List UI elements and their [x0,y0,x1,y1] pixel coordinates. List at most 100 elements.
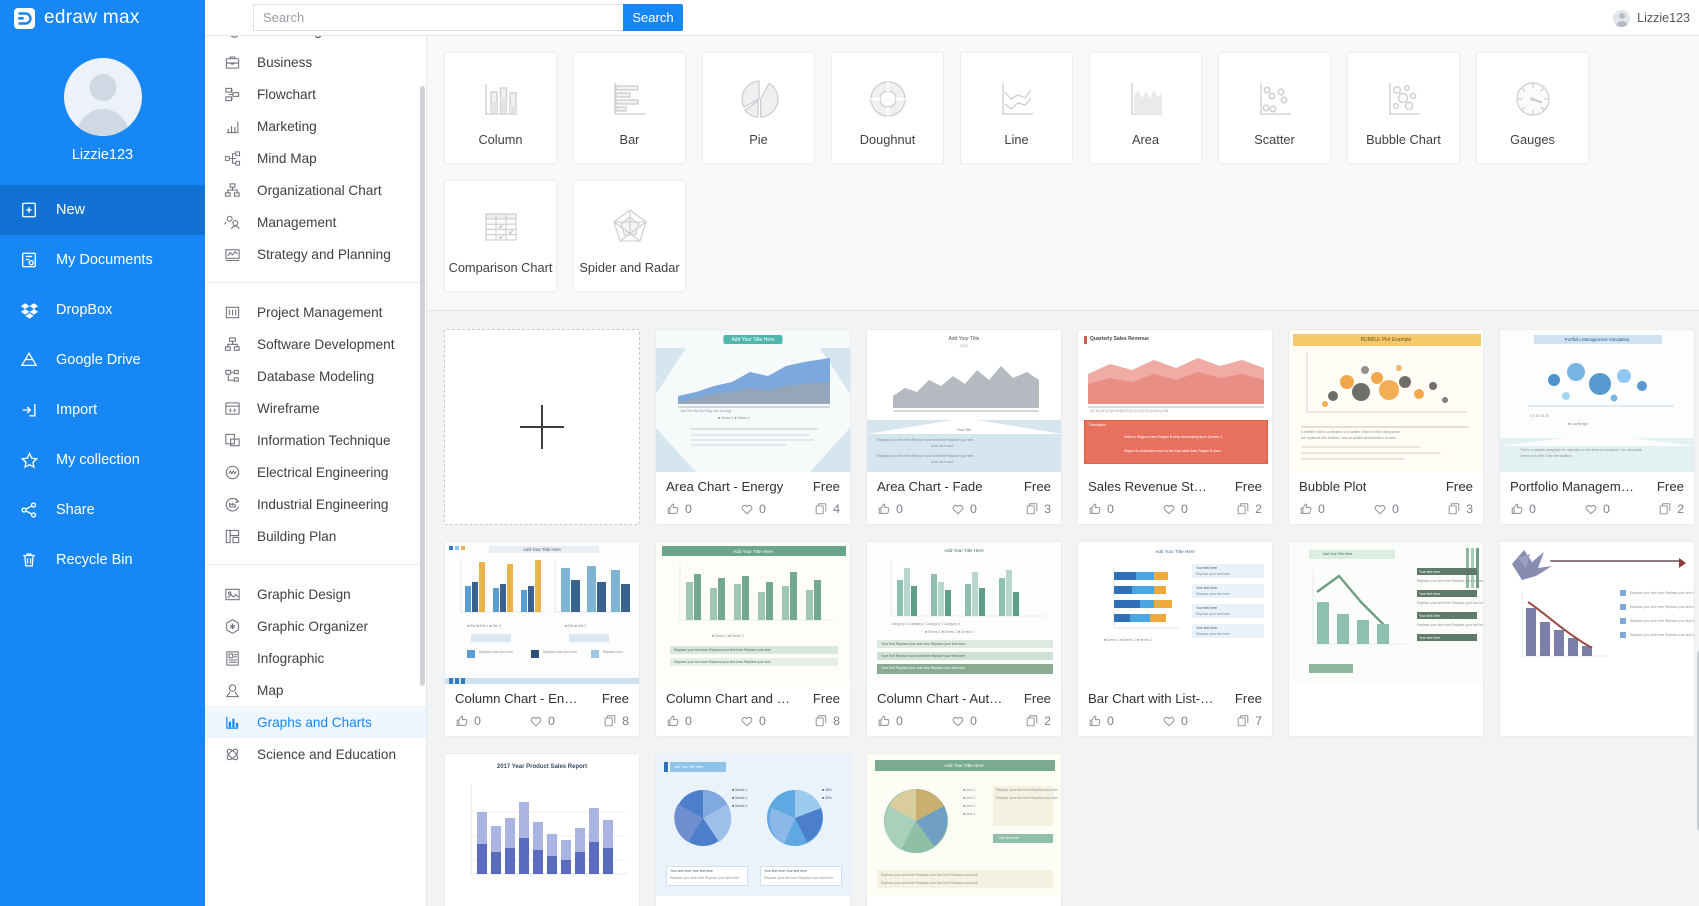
template-card[interactable]: Portfolio Management Simulation 0 5 10 1… [1499,329,1695,525]
category-item-science-and-education[interactable]: Science and Education [205,738,426,770]
favorite-stat[interactable]: 0 [951,714,977,728]
template-card[interactable]: Add Your Title 2017 Your Title Replace y… [866,329,1062,525]
sidebar-item-new[interactable]: New [0,185,205,235]
favorite-stat[interactable]: 0 [1162,714,1188,728]
sidebar-item-dropbox[interactable]: DropBox [0,285,205,335]
template-card[interactable]: Add Your Title Here [655,541,851,737]
category-item-building-plan[interactable]: Building Plan [205,520,426,552]
favorite-stat[interactable]: 0 [1162,502,1188,516]
favorite-stat[interactable]: 0 [951,502,977,516]
category-item-management[interactable]: Management [205,206,426,238]
copy-stat[interactable]: 3 [1025,502,1051,516]
chart-type-bar[interactable]: Bar [573,52,686,164]
template-thumbnail: Replace your text here Replace your text… [1500,542,1694,684]
favorite-stat[interactable]: 0 [740,502,766,516]
like-stat[interactable]: 0 [877,502,903,516]
chart-type-area[interactable]: Area [1089,52,1202,164]
favorite-stat[interactable]: 0 [740,714,766,728]
sidebar-item-label: Recycle Bin [56,552,133,568]
category-item-database-modeling[interactable]: Database Modeling [205,360,426,392]
copy-stat[interactable]: 2 [1658,502,1684,516]
template-card[interactable]: Add Your Title Here ■ Series 1 ■ Series … [1077,541,1273,737]
chart-type-scatter[interactable]: Scatter [1218,52,1331,164]
category-item-wireframe[interactable]: Wireframe [205,392,426,424]
category-item-mind-map[interactable]: Mind Map [205,142,426,174]
category-item-graphic-design[interactable]: Graphic Design [205,578,426,610]
template-card[interactable]: Add Your Title Here [1288,541,1484,737]
copy-stat[interactable]: 3 [1447,502,1473,516]
import-arrow-icon [18,401,40,419]
template-card[interactable]: Replace your text here Replace your text… [1499,541,1695,737]
copy-stat[interactable]: 4 [814,502,840,516]
chart-type-pie[interactable]: Pie [702,52,815,164]
copy-stat[interactable]: 8 [814,714,840,728]
search-button[interactable]: Search [623,4,683,31]
account-menu[interactable]: Lizzie123 [1613,0,1690,36]
like-stat[interactable]: 0 [666,714,692,728]
avatar[interactable] [63,58,142,136]
like-stat[interactable]: 0 [1088,714,1114,728]
chart-type-gauges[interactable]: Gauges [1476,52,1589,164]
category-item-label: Business [257,54,313,70]
category-item-marketing[interactable]: Marketing [205,110,426,142]
industrial-engineering-icon [223,495,242,514]
category-item-graphic-organizer[interactable]: Graphic Organizer [205,610,426,642]
category-scrollbar[interactable] [420,86,425,686]
template-card[interactable]: Add Your Title Here Category 1 Category … [866,541,1062,737]
template-card[interactable]: 2017 Year Product Sales Report [444,753,640,906]
new-blank-template-card[interactable] [444,329,640,525]
like-stat[interactable]: 0 [666,502,692,516]
like-stat[interactable]: 0 [1088,502,1114,516]
category-item-map[interactable]: Map [205,674,426,706]
copy-stat[interactable]: 7 [1236,714,1262,728]
template-name: Area Chart - Energy [666,479,784,494]
template-card[interactable]: Add Your Title Here ■ Series 1 ■ Series … [655,753,851,906]
like-stat[interactable]: 0 [877,714,903,728]
sidebar-item-import[interactable]: Import [0,385,205,435]
copy-stat[interactable]: 2 [1025,714,1051,728]
chart-type-column[interactable]: Column [444,52,557,164]
category-item-label: Infographic [257,650,325,666]
template-card[interactable]: BUBBLE Plot Example A bubble chart is a … [1288,329,1484,525]
chart-type-line[interactable]: Line [960,52,1073,164]
template-card[interactable]: Add Your Title Here ■ Site ■ Site 2 ■ Si… [444,541,640,737]
like-stat[interactable]: 0 [1299,502,1325,516]
chart-type-doughnut[interactable]: Doughnut [831,52,944,164]
copy-stat[interactable]: 2 [1236,502,1262,516]
template-card[interactable]: Add Your Title Here Jan Feb Mar Apr May … [655,329,851,525]
category-item-organizational-chart[interactable]: Organizational Chart [205,174,426,206]
category-item-electrical-engineering[interactable]: Electrical Engineering [205,456,426,488]
category-item-graphs-and-charts[interactable]: Graphs and Charts [205,706,426,738]
favorite-stat[interactable]: 0 [529,714,555,728]
copy-stat[interactable]: 8 [603,714,629,728]
template-name: Area Chart - Fade [877,479,983,494]
sidebar-item-recycle-bin[interactable]: Recycle Bin [0,535,205,585]
template-thumbnail: Portfolio Management Simulation 0 5 10 1… [1500,330,1694,472]
template-card[interactable]: Quarterly Sales Revenue Q1'15 Q2'15 Q3'1… [1077,329,1273,525]
graphic-design-icon [223,585,242,604]
category-item-strategy-and-planning[interactable]: Strategy and Planning [205,238,426,270]
category-item-flowchart[interactable]: Flowchart [205,78,426,110]
template-card[interactable]: Add Your Title Here ■ Item 1 ■ Item 2 ■ … [866,753,1062,906]
category-item-infographic[interactable]: Infographic [205,642,426,674]
favorite-stat[interactable]: 0 [1373,502,1399,516]
category-item-industrial-engineering[interactable]: Industrial Engineering [205,488,426,520]
chart-type-bubble-chart[interactable]: Bubble Chart [1347,52,1460,164]
category-item-information-technique[interactable]: Information Technique [205,424,426,456]
like-stat[interactable]: 0 [1510,502,1536,516]
category-item-software-development[interactable]: Software Development [205,328,426,360]
chart-type-spider-and-radar[interactable]: Spider and Radar [573,180,686,292]
category-item-business[interactable]: Business [205,46,426,78]
chart-type-comparison-chart[interactable]: Comparison Chart [444,180,557,292]
template-meta [1289,684,1483,699]
sidebar-item-share[interactable]: Share [0,485,205,535]
favorite-stat[interactable]: 0 [1584,502,1610,516]
category-item-project-management[interactable]: Project Management [205,296,426,328]
search-input[interactable] [253,4,623,31]
brand: edraw max [0,0,205,36]
sidebar-item-google-drive[interactable]: Google Drive [0,335,205,385]
category-item-label: Graphic Design [257,586,351,602]
sidebar-item-my-documents[interactable]: My Documents [0,235,205,285]
sidebar-item-my-collection[interactable]: My collection [0,435,205,485]
like-stat[interactable]: 0 [455,714,481,728]
